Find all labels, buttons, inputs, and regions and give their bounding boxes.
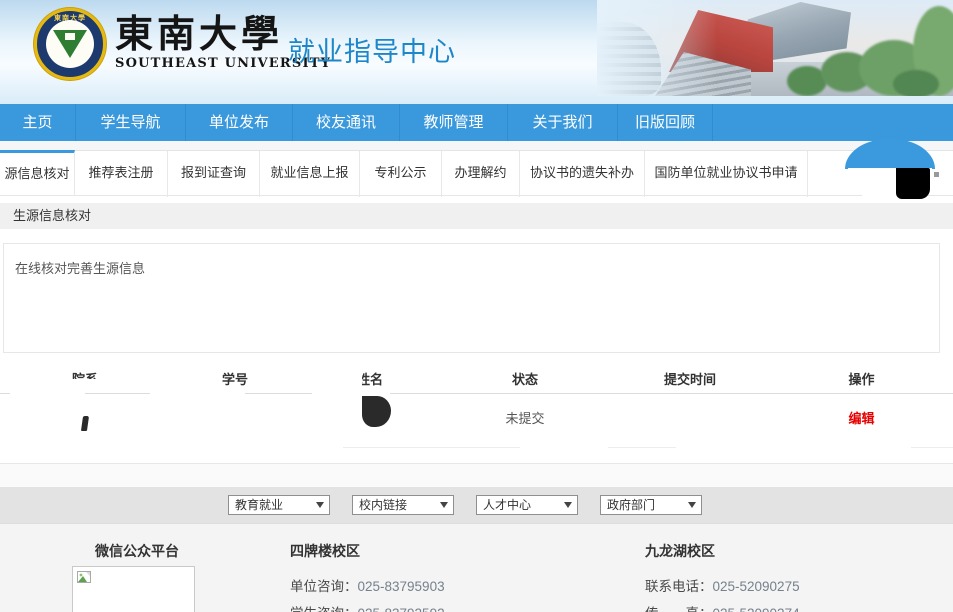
dropdown-label: 政府部门	[607, 498, 655, 512]
col-header-status: 状态	[440, 365, 610, 394]
wechat-qr-placeholder	[72, 566, 195, 612]
contact-label: 联系电话：	[645, 579, 713, 594]
redaction-white-strip	[911, 440, 953, 448]
col-header-student-id: 学号	[170, 365, 300, 394]
seal-inner-circle	[46, 20, 94, 68]
redaction-white-strip	[608, 440, 676, 448]
tab-patent-notice[interactable]: 专利公示	[360, 151, 442, 197]
chevron-down-icon	[688, 502, 696, 508]
redaction-white-strip	[343, 440, 520, 448]
jiulonghu-heading: 九龙湖校区	[645, 541, 715, 561]
seal-building-icon	[65, 33, 75, 40]
phone-number: 025-52090275	[713, 579, 800, 594]
dropdown-government[interactable]: 政府部门	[600, 495, 702, 515]
edit-link[interactable]: 编辑	[770, 394, 953, 464]
tab-agreement-loss[interactable]: 协议书的遗失补办	[520, 151, 645, 197]
col-header-name: 姓名	[300, 365, 440, 394]
campus-photo	[597, 0, 953, 96]
phone-number: 025-52090274	[713, 606, 800, 612]
nav-item-old-version[interactable]: 旧版回顾	[618, 104, 713, 141]
nav-item-home[interactable]: 主页	[0, 104, 76, 141]
phone-number: 025-83792592	[358, 606, 445, 612]
site-header: 東南大學 東南大學 SOUTHEAST UNIVERSITY 就业指导中心	[0, 0, 953, 104]
dropdown-label: 校内链接	[359, 498, 407, 512]
nav-item-teacher-admin[interactable]: 教师管理	[400, 104, 508, 141]
cell-student-id	[170, 394, 300, 464]
wechat-heading: 微信公众平台	[95, 541, 179, 561]
sipailou-line1: 单位咨询：025-83795903	[290, 575, 445, 595]
redaction-black-box	[896, 168, 930, 199]
table-row: 未提交 编辑	[0, 394, 953, 464]
nav-item-employer-post[interactable]: 单位发布	[186, 104, 293, 141]
friendly-links-bar: 教育就业 校内链接 人才中心 政府部门	[0, 487, 953, 523]
page-title: 生源信息核对	[0, 203, 953, 229]
dropdown-talent-center[interactable]: 人才中心	[476, 495, 578, 515]
tab-source-info-check[interactable]: 源信息核对	[0, 150, 75, 196]
tab-recommend-form[interactable]: 推荐表注册	[75, 151, 168, 197]
dropdown-label: 人才中心	[483, 498, 531, 512]
site-title: 就业指导中心	[288, 30, 456, 69]
phone-number: 025-83795903	[358, 579, 445, 594]
pre-footer-band	[0, 463, 953, 487]
table-header-row: 院系 学号 姓名 状态 提交时间 操作	[0, 365, 953, 394]
contact-label: 单位咨询：	[290, 579, 358, 594]
contact-label: 学生咨询：	[290, 606, 358, 612]
dropdown-education-employment[interactable]: 教育就业	[228, 495, 330, 515]
nav-bottom-strip	[0, 141, 953, 150]
intro-text: 在线核对完善生源信息	[4, 244, 939, 277]
chevron-down-icon	[564, 502, 572, 508]
photo-fade	[597, 0, 717, 96]
dropdown-campus-links[interactable]: 校内链接	[352, 495, 454, 515]
page: 東南大學 東南大學 SOUTHEAST UNIVERSITY 就业指导中心 主页…	[0, 0, 953, 612]
tab-contract-cancel[interactable]: 办理解约	[442, 151, 520, 197]
nav-item-alumni[interactable]: 校友通讯	[293, 104, 400, 141]
sipailou-line2: 学生咨询：025-83792592	[290, 602, 445, 612]
col-header-submit-time: 提交时间	[610, 365, 770, 394]
intro-panel: 在线核对完善生源信息	[3, 243, 940, 353]
cell-submit-time	[610, 394, 770, 464]
site-footer: 微信公众平台 四牌楼校区 单位咨询：025-83795903 学生咨询：025-…	[0, 523, 953, 612]
cell-status: 未提交	[440, 394, 610, 464]
university-seal-logo: 東南大學	[34, 8, 106, 80]
chevron-down-icon	[316, 502, 324, 508]
contact-label: 传 真：	[645, 606, 713, 612]
col-header-action: 操作	[770, 365, 953, 394]
sipailou-heading: 四牌楼校区	[290, 541, 360, 561]
chevron-down-icon	[440, 502, 448, 508]
nav-item-about-us[interactable]: 关于我们	[508, 104, 618, 141]
tab-defense-agreement[interactable]: 国防单位就业协议书申请	[645, 151, 808, 197]
main-nav: 主页 学生导航 单位发布 校友通讯 教师管理 关于我们 旧版回顾	[0, 104, 953, 141]
redaction-white-box	[338, 369, 362, 392]
jiulonghu-line2: 传 真：025-52090274	[645, 602, 800, 612]
tab-registration-card[interactable]: 报到证查询	[168, 151, 260, 197]
dropdown-label: 教育就业	[235, 498, 283, 512]
dropdown-caret-icon[interactable]	[934, 172, 939, 177]
jiulonghu-line1: 联系电话：025-52090275	[645, 575, 800, 595]
broken-image-icon	[77, 571, 91, 583]
sub-tabs: 源信息核对 推荐表注册 报到证查询 就业信息上报 专利公示 办理解约 协议书的遗…	[0, 150, 953, 196]
source-info-table: 院系 学号 姓名 状态 提交时间 操作 未提交 编辑	[0, 365, 953, 464]
nav-item-student-guide[interactable]: 学生导航	[76, 104, 186, 141]
tab-employment-report[interactable]: 就业信息上报	[260, 151, 360, 197]
